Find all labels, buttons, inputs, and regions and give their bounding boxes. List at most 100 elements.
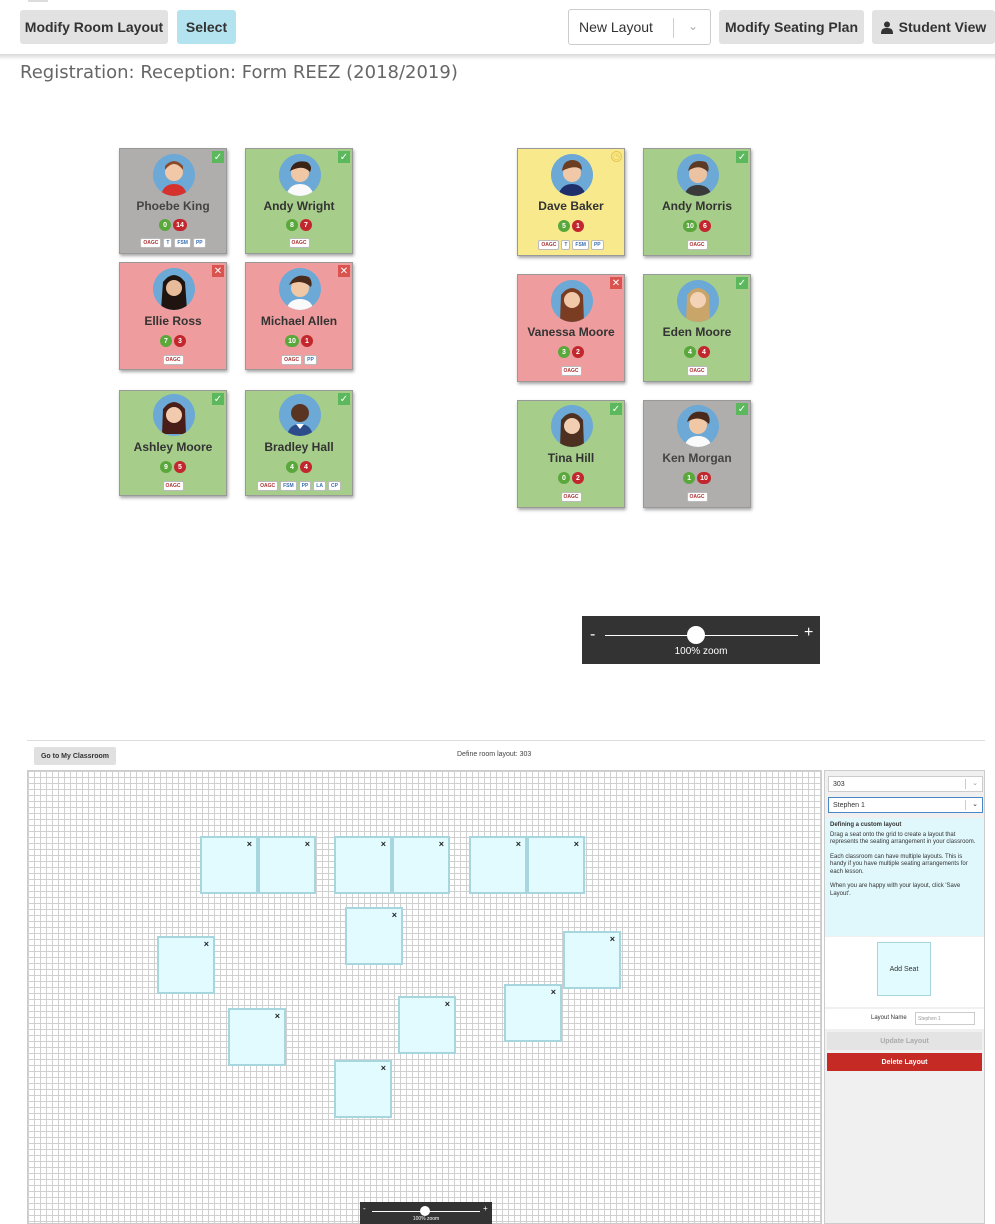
seat[interactable]: × [392, 836, 450, 894]
seat[interactable]: × [398, 996, 456, 1054]
remove-seat-icon[interactable]: × [439, 839, 444, 849]
student-card[interactable]: ✓ Phoebe King 0 14 OAGC T FSM PP [119, 148, 227, 254]
student-name: Ken Morgan [662, 451, 732, 465]
select-button[interactable]: Select [177, 10, 236, 44]
check-icon[interactable]: ✓ [338, 393, 350, 405]
check-icon[interactable]: ✓ [212, 393, 224, 405]
remove-seat-icon[interactable]: × [381, 1063, 386, 1073]
avatar [551, 154, 593, 196]
layout-name-input[interactable]: Stephen 1 [915, 1012, 975, 1025]
seat[interactable]: × [157, 936, 215, 994]
seat[interactable]: × [258, 836, 316, 894]
seat[interactable]: × [563, 931, 621, 989]
tag: PP [192, 238, 206, 248]
seat[interactable]: × [334, 1060, 392, 1118]
tag: OAGC [686, 366, 708, 376]
points: 9 5 [120, 461, 226, 473]
tag: CP [327, 481, 341, 491]
tags: OAGC [644, 366, 750, 376]
cross-icon[interactable]: ✕ [610, 277, 622, 289]
layout-select[interactable]: Stephen 1 ⌄ [828, 797, 983, 813]
positive-points: 10 [683, 220, 697, 232]
cross-icon[interactable]: ✕ [212, 265, 224, 277]
avatar [153, 268, 195, 310]
student-card[interactable]: ✓ Ken Morgan 1 10 OAGC [643, 400, 751, 508]
avatar [551, 405, 593, 447]
remove-seat-icon[interactable]: × [445, 999, 450, 1009]
check-icon[interactable]: ✓ [736, 277, 748, 289]
student-card[interactable]: ✓ Bradley Hall 4 4 OAGC FSM PP LA CP [245, 390, 353, 496]
layout-select-value: Stephen 1 [833, 801, 865, 809]
modify-seating-plan-button[interactable]: Modify Seating Plan [719, 10, 864, 44]
tags: OAGC PP [246, 355, 352, 365]
seat[interactable]: × [345, 907, 403, 965]
add-seat-tile[interactable]: Add Seat [877, 942, 931, 996]
help-paragraph: When you are happy with your layout, cli… [830, 883, 961, 897]
student-name: Andy Wright [263, 199, 335, 213]
remove-seat-icon[interactable]: × [381, 839, 386, 849]
negative-points: 2 [572, 472, 584, 484]
remove-seat-icon[interactable]: × [305, 839, 310, 849]
points: 0 14 [120, 219, 226, 231]
negative-points: 2 [572, 346, 584, 358]
layout-select[interactable]: New Layout ⌄ [568, 9, 711, 45]
cross-icon[interactable]: ✕ [338, 265, 350, 277]
room-select[interactable]: 303 ⌄ [828, 776, 983, 792]
update-layout-button[interactable]: Update Layout [827, 1032, 982, 1050]
remove-seat-icon[interactable]: × [574, 839, 579, 849]
points: 3 2 [518, 346, 624, 358]
remove-seat-icon[interactable]: × [610, 934, 615, 944]
seat[interactable]: × [527, 836, 585, 894]
remove-seat-icon[interactable]: × [204, 939, 209, 949]
student-card[interactable]: ◷ Dave Baker 5 1 OAGC T FSM PP [517, 148, 625, 256]
student-card[interactable]: ✕ Ellie Ross 7 3 OAGC [119, 262, 227, 370]
tag: OAGC [257, 481, 279, 491]
modify-room-layout-button[interactable]: Modify Room Layout [20, 10, 168, 44]
zoom-in-button[interactable]: + [483, 1204, 488, 1213]
student-card[interactable]: ✓ Ashley Moore 9 5 OAGC [119, 390, 227, 496]
zoom-out-button[interactable]: - [590, 626, 595, 644]
check-icon[interactable]: ✓ [736, 403, 748, 415]
check-icon[interactable]: ✓ [212, 151, 224, 163]
zoom-control[interactable]: - + 100% zoom [582, 616, 820, 664]
zoom-in-button[interactable]: + [804, 624, 813, 642]
seat[interactable]: × [228, 1008, 286, 1066]
student-card[interactable]: ✓ Andy Wright 8 7 OAGC [245, 148, 353, 254]
clock-icon[interactable]: ◷ [611, 151, 622, 162]
mini-zoom-control[interactable]: - + 100% zoom [360, 1202, 492, 1224]
student-card[interactable]: ✕ Michael Allen 10 1 OAGC PP [245, 262, 353, 370]
zoom-slider-handle[interactable] [687, 626, 705, 644]
tag: OAGC [140, 238, 162, 248]
student-view-label: Student View [898, 19, 987, 35]
student-view-button[interactable]: Student View [872, 10, 995, 44]
chevron-down-icon: ⌄ [972, 801, 978, 808]
remove-seat-icon[interactable]: × [275, 1011, 280, 1021]
seat[interactable]: × [504, 984, 562, 1042]
student-card[interactable]: ✓ Tina Hill 0 2 OAGC [517, 400, 625, 508]
zoom-out-button[interactable]: - [363, 1204, 366, 1213]
check-icon[interactable]: ✓ [736, 151, 748, 163]
seat[interactable]: × [200, 836, 258, 894]
go-to-classroom-button[interactable]: Go to My Classroom [34, 747, 116, 765]
remove-seat-icon[interactable]: × [392, 910, 397, 920]
seat[interactable]: × [469, 836, 527, 894]
student-card[interactable]: ✕ Vanessa Moore 3 2 OAGC [517, 274, 625, 382]
check-icon[interactable]: ✓ [610, 403, 622, 415]
zoom-slider-handle[interactable] [420, 1206, 430, 1216]
tag: OAGC [686, 492, 708, 502]
chevron-down-icon: ⌄ [972, 780, 978, 787]
delete-layout-button[interactable]: Delete Layout [827, 1053, 982, 1071]
student-card[interactable]: ✓ Eden Moore 4 4 OAGC [643, 274, 751, 382]
layout-grid[interactable]: × × × × × × × × × × × × × [27, 770, 822, 1224]
layout-select-value: New Layout [579, 19, 653, 35]
student-card[interactable]: ✓ Andy Morris 10 6 OAGC [643, 148, 751, 256]
add-seat-area: Add Seat [825, 937, 984, 1007]
remove-seat-icon[interactable]: × [551, 987, 556, 997]
seat[interactable]: × [334, 836, 392, 894]
points: 7 3 [120, 335, 226, 347]
points: 10 1 [246, 335, 352, 347]
remove-seat-icon[interactable]: × [247, 839, 252, 849]
check-icon[interactable]: ✓ [338, 151, 350, 163]
tag: OAGC [538, 240, 560, 250]
remove-seat-icon[interactable]: × [516, 839, 521, 849]
